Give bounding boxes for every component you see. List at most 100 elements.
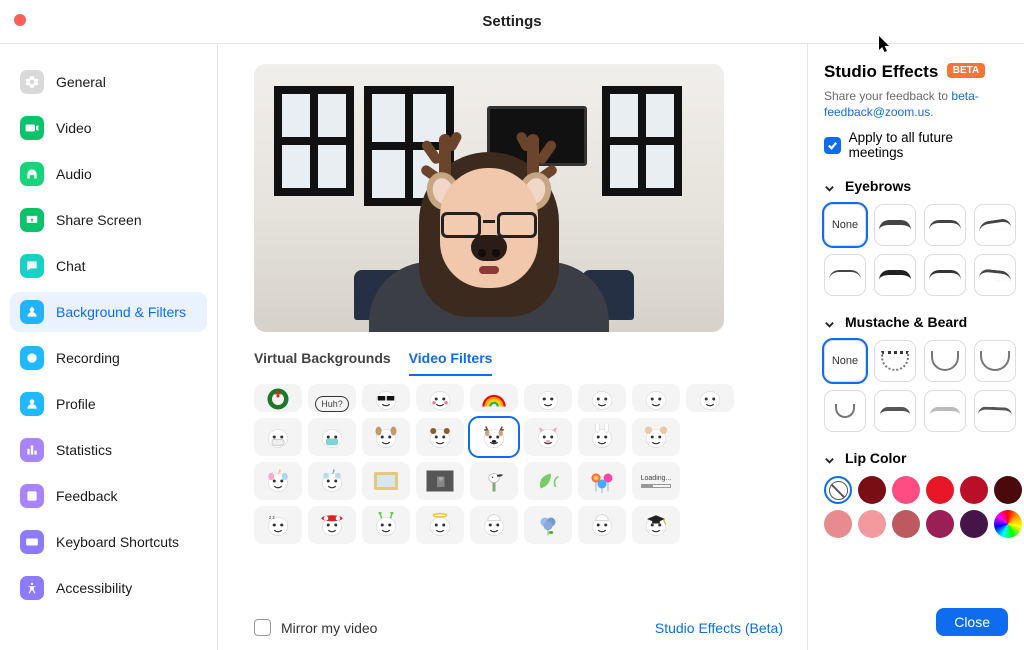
sidebar-item-bg[interactable]: Background & Filters bbox=[10, 292, 207, 332]
eyebrow-4[interactable] bbox=[824, 254, 866, 296]
lip-color-11[interactable] bbox=[994, 510, 1022, 538]
sidebar-item-stats[interactable]: Statistics bbox=[10, 430, 207, 470]
sidebar-item-share[interactable]: Share Screen bbox=[10, 200, 207, 240]
filter-hydrangea[interactable] bbox=[524, 506, 572, 544]
beard-4[interactable] bbox=[824, 390, 866, 432]
feedback-icon bbox=[20, 484, 44, 508]
beard-1[interactable] bbox=[874, 340, 916, 382]
tab-video-filters[interactable]: Video Filters bbox=[409, 344, 493, 376]
beard-5[interactable] bbox=[874, 390, 916, 432]
eyebrow-5[interactable] bbox=[874, 254, 916, 296]
filter-leaf[interactable] bbox=[524, 462, 572, 500]
filter-reindeer[interactable] bbox=[470, 418, 518, 456]
beard-7[interactable] bbox=[974, 390, 1016, 432]
chevron-down-icon bbox=[824, 181, 835, 192]
mouse-cursor-icon bbox=[878, 36, 892, 54]
filter-loading[interactable]: Loading... bbox=[632, 462, 680, 500]
eyebrow-options: None bbox=[824, 204, 1008, 296]
gear-icon bbox=[20, 70, 44, 94]
studio-effects-link[interactable]: Studio Effects (Beta) bbox=[655, 620, 783, 636]
lip-color-1[interactable] bbox=[858, 476, 886, 504]
filter-unicorn-blue[interactable] bbox=[308, 462, 356, 500]
filter-lollipops[interactable] bbox=[578, 462, 626, 500]
sidebar-item-general[interactable]: General bbox=[10, 62, 207, 102]
filter-grad-cap[interactable] bbox=[632, 506, 680, 544]
filter-pig-ears[interactable] bbox=[524, 418, 572, 456]
check-icon bbox=[824, 137, 841, 154]
feedback-text: Share your feedback to beta-feedback@zoo… bbox=[824, 88, 1008, 120]
lip-color-3[interactable] bbox=[926, 476, 954, 504]
eyebrow-3[interactable] bbox=[974, 204, 1016, 246]
filter-blush-face[interactable] bbox=[416, 384, 464, 412]
close-window-icon[interactable] bbox=[14, 14, 26, 26]
stats-icon bbox=[20, 438, 44, 462]
eyebrow-1[interactable] bbox=[874, 204, 916, 246]
lip-color-9[interactable] bbox=[926, 510, 954, 538]
sidebar: General Video Audio Share Screen Chat Backgro… bbox=[0, 44, 218, 650]
filter-headband[interactable] bbox=[308, 506, 356, 544]
beard-6[interactable] bbox=[924, 390, 966, 432]
sidebar-item-audio[interactable]: Audio bbox=[10, 154, 207, 194]
beard-none[interactable]: None bbox=[824, 340, 866, 382]
close-button[interactable]: Close bbox=[936, 608, 1008, 636]
filter-stare-face[interactable] bbox=[686, 384, 734, 412]
beard-3[interactable] bbox=[974, 340, 1016, 382]
filter-huh-speech[interactable]: Huh? bbox=[308, 384, 356, 412]
filter-unicorn[interactable] bbox=[254, 462, 302, 500]
lip-color-10[interactable] bbox=[960, 510, 988, 538]
filter-chef-smile[interactable] bbox=[470, 506, 518, 544]
lip-color-8[interactable] bbox=[892, 510, 920, 538]
section-lip[interactable]: Lip Color bbox=[824, 450, 1008, 466]
window-controls[interactable] bbox=[14, 14, 26, 26]
sidebar-item-video[interactable]: Video bbox=[10, 108, 207, 148]
chevron-down-icon bbox=[824, 317, 835, 328]
filter-bear-ears[interactable] bbox=[416, 418, 464, 456]
lip-color-2[interactable] bbox=[892, 476, 920, 504]
sidebar-item-keys[interactable]: Keyboard Shortcuts bbox=[10, 522, 207, 562]
sidebar-item-profile[interactable]: Profile bbox=[10, 384, 207, 424]
filter-dog-ears[interactable] bbox=[362, 418, 410, 456]
mirror-video-checkbox[interactable]: Mirror my video bbox=[254, 619, 377, 636]
filter-bunny-ears[interactable] bbox=[578, 418, 626, 456]
filter-look-face[interactable] bbox=[632, 384, 680, 412]
lip-color-4[interactable] bbox=[960, 476, 988, 504]
filter-wreath[interactable] bbox=[254, 384, 302, 412]
filter-sleepy[interactable]: z z bbox=[254, 506, 302, 544]
beard-2[interactable] bbox=[924, 340, 966, 382]
lip-color-6[interactable] bbox=[824, 510, 852, 538]
lip-color-0[interactable] bbox=[824, 476, 852, 504]
lip-color-5[interactable] bbox=[994, 476, 1022, 504]
sidebar-item-a11y[interactable]: Accessibility bbox=[10, 568, 207, 608]
checkbox-icon bbox=[254, 619, 271, 636]
filter-mouse-ears[interactable] bbox=[632, 418, 680, 456]
filter-rainbow[interactable] bbox=[470, 384, 518, 412]
sidebar-item-recording[interactable]: Recording bbox=[10, 338, 207, 378]
lip-color-7[interactable] bbox=[858, 510, 886, 538]
filter-chef-hat[interactable] bbox=[578, 506, 626, 544]
sidebar-item-chat[interactable]: Chat bbox=[10, 246, 207, 286]
section-beard[interactable]: Mustache & Beard bbox=[824, 314, 1008, 330]
filter-mask-face[interactable] bbox=[254, 418, 302, 456]
eyebrow-6[interactable] bbox=[924, 254, 966, 296]
filter-bird[interactable] bbox=[470, 462, 518, 500]
filter-halo[interactable] bbox=[416, 506, 464, 544]
filter-gray-frame[interactable] bbox=[416, 462, 464, 500]
sidebar-item-feedback[interactable]: Feedback bbox=[10, 476, 207, 516]
filter-photo-frame[interactable] bbox=[362, 462, 410, 500]
video-preview bbox=[254, 64, 724, 332]
apply-future-checkbox[interactable]: Apply to all future meetings bbox=[824, 130, 1008, 160]
eyebrow-7[interactable] bbox=[974, 254, 1016, 296]
filter-pixel-glasses[interactable] bbox=[362, 384, 410, 412]
filter-surgical-mask[interactable] bbox=[308, 418, 356, 456]
studio-effects-panel: Studio Effects BETA Share your feedback … bbox=[808, 44, 1024, 650]
tab-virtual-backgrounds[interactable]: Virtual Backgrounds bbox=[254, 344, 391, 376]
profile-icon bbox=[20, 392, 44, 416]
filter-alien[interactable] bbox=[362, 506, 410, 544]
filter-blink-face[interactable] bbox=[524, 384, 572, 412]
filter-smile-face[interactable] bbox=[578, 384, 626, 412]
video-icon bbox=[20, 116, 44, 140]
eyebrow-none[interactable]: None bbox=[824, 204, 866, 246]
reindeer-nose-icon bbox=[471, 235, 507, 261]
section-eyebrows[interactable]: Eyebrows bbox=[824, 178, 1008, 194]
eyebrow-2[interactable] bbox=[924, 204, 966, 246]
